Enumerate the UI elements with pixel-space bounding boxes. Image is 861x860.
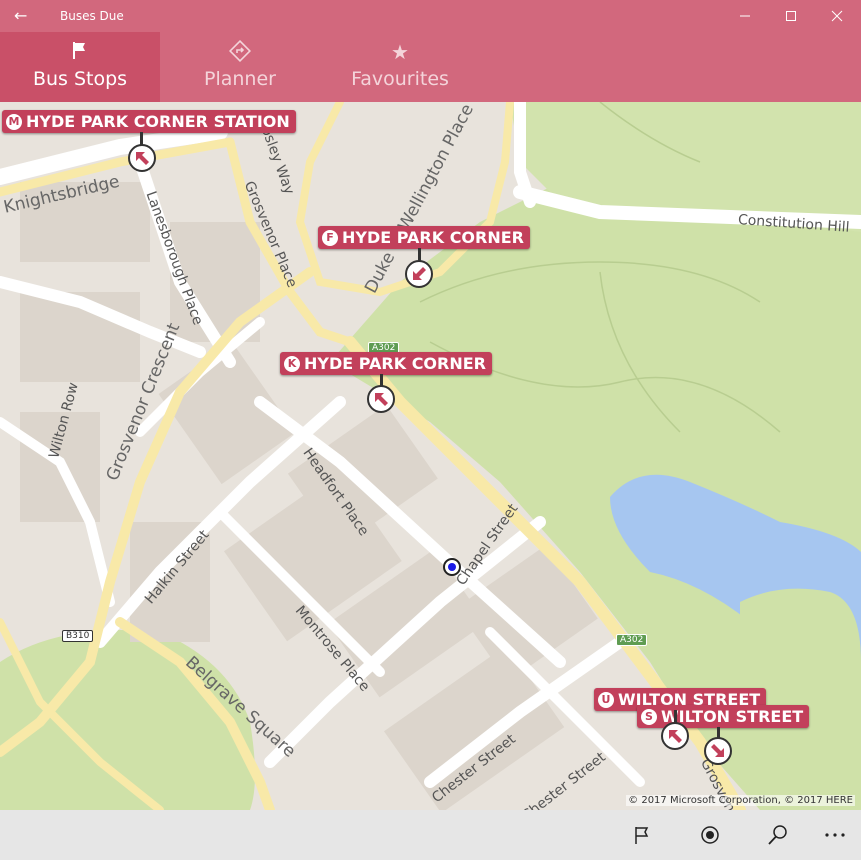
stop-letter-badge: F: [322, 229, 338, 246]
arrow-icon: [136, 152, 149, 165]
arrow-icon: [669, 730, 682, 743]
tab-label: Bus Stops: [32, 68, 128, 90]
location-button[interactable]: [690, 820, 730, 850]
tab-favourites[interactable]: ★ Favourites: [320, 32, 480, 102]
search-icon: [768, 825, 787, 845]
current-location-marker: [443, 558, 461, 576]
search-button[interactable]: [758, 820, 798, 850]
bus-stop-marker[interactable]: [704, 737, 732, 765]
star-icon: ★: [391, 40, 409, 64]
more-button[interactable]: [815, 820, 855, 850]
road-shield: B310: [62, 630, 94, 642]
tab-label: Favourites: [351, 68, 449, 90]
map-view[interactable]: Knightsbridge Lanesborough Place Grosven…: [0, 102, 861, 810]
arrow-icon: [413, 267, 426, 280]
bus-stop-label[interactable]: S WILTON STREET: [637, 705, 810, 728]
bus-stop-label[interactable]: M HYDE PARK CORNER STATION: [2, 110, 296, 133]
bus-stop-marker[interactable]: [367, 385, 395, 413]
directions-icon: [160, 39, 320, 67]
bus-stop-label[interactable]: K HYDE PARK CORNER: [280, 352, 492, 375]
stop-letter-badge: U: [598, 691, 614, 708]
stop-name: HYDE PARK CORNER STATION: [26, 112, 290, 131]
bus-stop-marker[interactable]: [405, 260, 433, 288]
map-copyright: © 2017 Microsoft Corporation, © 2017 HER…: [626, 795, 855, 806]
arrow-icon: [711, 744, 724, 757]
stop-name: HYDE PARK CORNER: [342, 228, 524, 247]
stop-name: HYDE PARK CORNER: [304, 354, 486, 373]
location-icon: [701, 826, 719, 844]
minimize-button[interactable]: [722, 0, 768, 32]
back-arrow-icon[interactable]: ←: [14, 6, 27, 25]
stop-letter-badge: M: [6, 113, 22, 130]
arrow-icon: [375, 393, 388, 406]
bottom-app-bar: [0, 810, 861, 860]
tab-bar: Bus Stops Planner ★ Favourites: [0, 32, 861, 102]
flag-icon: [0, 40, 160, 65]
bus-stop-label[interactable]: F HYDE PARK CORNER: [318, 226, 530, 249]
stop-letter-badge: S: [641, 708, 657, 725]
more-icon: [825, 833, 845, 837]
stop-letter-badge: K: [284, 355, 300, 372]
flag-button[interactable]: [622, 820, 662, 850]
tab-label: Planner: [204, 68, 276, 90]
road-shield: A302: [616, 634, 648, 646]
maximize-button[interactable]: [768, 0, 814, 32]
window-title: Buses Due: [60, 9, 124, 23]
tab-bus-stops[interactable]: Bus Stops: [0, 32, 160, 102]
bus-stop-marker[interactable]: [661, 722, 689, 750]
tab-planner[interactable]: Planner: [160, 32, 320, 102]
bus-stop-marker[interactable]: [128, 144, 156, 172]
flag-icon: [635, 827, 649, 844]
close-button[interactable]: [814, 0, 860, 32]
title-bar: ← Buses Due: [0, 0, 861, 32]
